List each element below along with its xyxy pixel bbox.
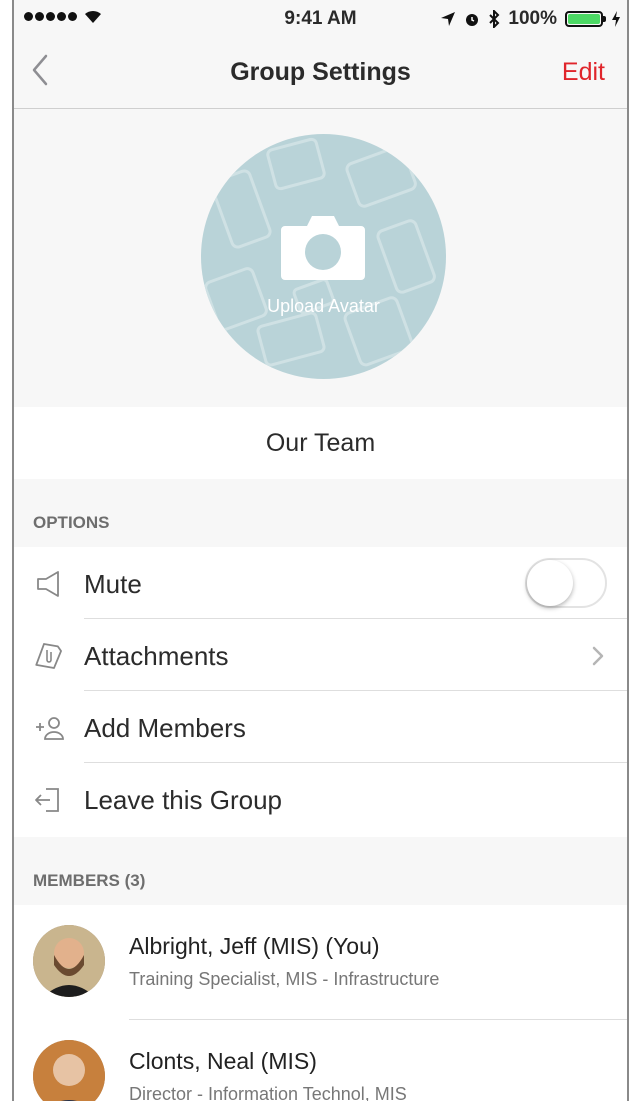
chevron-right-icon: [592, 646, 604, 666]
options-section-header: OPTIONS: [14, 479, 627, 547]
options-header-label: OPTIONS: [33, 513, 110, 532]
upload-avatar-button[interactable]: Upload Avatar: [201, 134, 446, 379]
member-row[interactable]: Albright, Jeff (MIS) (You) Training Spec…: [14, 905, 627, 1020]
member-name: Clonts, Neal (MIS): [129, 1048, 317, 1074]
option-row-attachments[interactable]: Attachments: [14, 619, 627, 691]
options-list: Mute Attachments Add Members Leave this …: [14, 547, 627, 837]
mute-toggle[interactable]: [525, 558, 607, 608]
status-bar: 9:41 AM 100%: [14, 0, 627, 38]
exit-icon: [35, 788, 59, 812]
edit-button[interactable]: Edit: [562, 58, 605, 87]
option-label-leave-group: Leave this Group: [84, 785, 283, 815]
location-arrow-icon: [441, 12, 456, 26]
option-row-mute[interactable]: Mute: [14, 547, 627, 619]
add-person-icon: [36, 717, 64, 740]
member-title: Training Specialist, MIS - Infrastructur…: [129, 969, 440, 989]
option-row-add-members[interactable]: Add Members: [14, 691, 627, 763]
option-label-mute: Mute: [84, 569, 142, 599]
bluetooth-icon: [489, 10, 500, 28]
member-photo: [33, 1040, 105, 1101]
option-label-add-members: Add Members: [84, 713, 246, 743]
members-section-header: MEMBERS (3): [14, 837, 627, 905]
toggle-knob: [527, 560, 573, 606]
option-label-attachments: Attachments: [84, 641, 229, 671]
member-name: Albright, Jeff (MIS) (You): [129, 933, 380, 959]
navigation-bar: Group Settings Edit: [14, 38, 627, 109]
member-photo: [33, 925, 105, 997]
upload-avatar-label: Upload Avatar: [267, 296, 380, 316]
paperclip-icon: [35, 643, 62, 669]
battery-fill: [568, 14, 600, 24]
group-name: Our Team: [265, 429, 376, 457]
battery-icon: [565, 11, 606, 27]
avatar: [33, 1040, 105, 1101]
group-name-field[interactable]: Our Team: [14, 407, 627, 479]
speaker-icon: [37, 571, 59, 597]
member-title: Director - Information Technol, MIS: [129, 1084, 407, 1101]
option-row-leave-group[interactable]: Leave this Group: [14, 763, 627, 835]
camera-icon: [281, 216, 365, 280]
members-header-label: MEMBERS (3): [33, 871, 146, 890]
page-title: Group Settings: [230, 58, 411, 86]
battery-percent: 100%: [508, 8, 557, 29]
alarm-icon: [466, 14, 479, 26]
charging-bolt-icon: [612, 11, 620, 27]
status-right: 100%: [440, 8, 621, 30]
avatar: [33, 925, 105, 997]
avatar-section: Upload Avatar: [14, 109, 627, 407]
member-row[interactable]: Clonts, Neal (MIS) Director - Informatio…: [14, 1020, 627, 1101]
phone-screen: 9:41 AM 100% Group Settings Edit Upload …: [12, 0, 629, 1101]
